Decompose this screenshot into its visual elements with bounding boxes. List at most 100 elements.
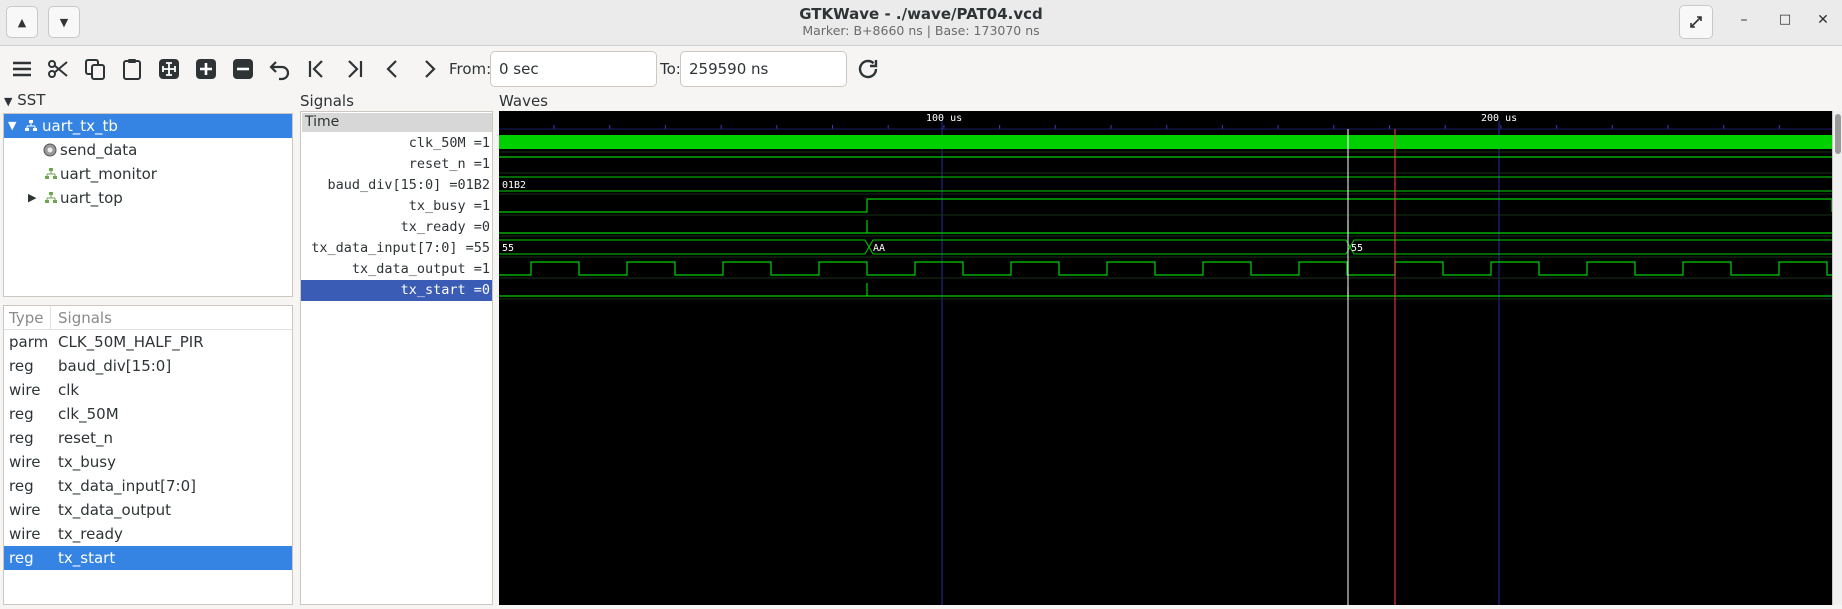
module-icon xyxy=(25,120,37,131)
paste-button[interactable] xyxy=(118,55,146,83)
tx-start-wave xyxy=(499,283,1832,297)
copy-icon xyxy=(85,59,105,80)
undo-icon xyxy=(269,61,290,81)
waves-vertical-scrollbar[interactable] xyxy=(1832,111,1842,605)
from-label: From: xyxy=(449,60,492,78)
zoom-out-button[interactable] xyxy=(229,55,257,83)
waves-pane-label: Waves xyxy=(499,92,548,110)
module-icon xyxy=(45,168,57,179)
hamburger-icon xyxy=(13,61,31,77)
signal-name: clk_50M xyxy=(58,405,119,423)
prev-edge-button[interactable] xyxy=(379,55,407,83)
cut-button[interactable] xyxy=(44,55,72,83)
go-end-button[interactable] xyxy=(340,55,368,83)
signal-type: reg xyxy=(9,429,34,447)
zoom-fit-icon xyxy=(159,59,179,79)
signal-list-row[interactable]: wire tx_ready xyxy=(4,522,292,546)
scrollbar-thumb[interactable] xyxy=(1835,114,1841,154)
to-time-input[interactable]: 259590 ns xyxy=(680,51,847,87)
signals-list-header: Type Signals xyxy=(4,306,292,330)
copy-button[interactable] xyxy=(81,55,109,83)
type-column-header[interactable]: Type xyxy=(9,306,43,330)
signal-name: reset_n xyxy=(58,429,113,447)
minimize-button[interactable]: – xyxy=(1734,12,1754,28)
zoom-fit-button[interactable] xyxy=(155,55,183,83)
chevron-right-icon xyxy=(425,60,436,78)
signal-list-row[interactable]: wire clk xyxy=(4,378,292,402)
signals-column-header[interactable]: Signals xyxy=(58,306,112,330)
tx-data-value: AA xyxy=(873,243,885,254)
window-title: GTKWave - ./wave/PAT04.vcd xyxy=(799,5,1043,23)
go-start-button[interactable] xyxy=(303,55,331,83)
column-divider xyxy=(50,306,51,330)
tree-item-uart-monitor[interactable]: uart_monitor xyxy=(4,162,292,186)
sst-tree: ▼ uart_tx_tb send_data uart_monitor ▶ ua… xyxy=(3,113,293,297)
signal-type: wire xyxy=(9,453,41,471)
sst-label: SST xyxy=(17,91,46,109)
signal-name: baud_div[15:0] xyxy=(58,357,172,375)
zoom-out-icon xyxy=(233,59,253,79)
signal-name-row[interactable]: tx_data_input[7:0] =55 xyxy=(301,238,492,259)
clipboard-icon xyxy=(123,59,141,80)
toolbar: From: 0 sec To: 259590 ns xyxy=(0,47,1842,92)
signals-pane: Time clk_50M =1 reset_n =1 baud_div[15:0] … xyxy=(300,111,493,605)
signal-name-row[interactable]: tx_busy =1 xyxy=(301,196,492,217)
baud-div-value: 01B2 xyxy=(502,180,526,191)
close-button[interactable]: ✕ xyxy=(1813,12,1833,28)
signal-type: wire xyxy=(9,501,41,519)
signal-list-row[interactable]: reg clk_50M xyxy=(4,402,292,426)
undo-zoom-button[interactable] xyxy=(266,55,294,83)
tx-data-value: 55 xyxy=(1351,243,1363,254)
signal-type: reg xyxy=(9,549,34,567)
signal-name: CLK_50M_HALF_PIR xyxy=(58,333,204,351)
signal-list-row[interactable]: reg tx_data_input[7:0] xyxy=(4,474,292,498)
clk-50m-wave xyxy=(499,135,1832,149)
signal-list-row[interactable]: reg tx_start xyxy=(4,546,292,570)
close-icon: ✕ xyxy=(1817,12,1829,28)
signal-type: parm xyxy=(9,333,49,351)
signal-list-row[interactable]: wire tx_data_output xyxy=(4,498,292,522)
signal-name-row[interactable]: clk_50M =1 xyxy=(301,133,492,154)
next-edge-button[interactable] xyxy=(415,55,443,83)
signal-list-row[interactable]: reg baud_div[15:0] xyxy=(4,354,292,378)
tree-item-send-data[interactable]: send_data xyxy=(4,138,292,162)
fullscreen-button[interactable] xyxy=(1679,5,1713,39)
triangle-right-icon[interactable]: ▶ xyxy=(28,186,36,210)
signal-type: wire xyxy=(9,525,41,543)
menu-button[interactable] xyxy=(8,55,36,83)
signal-list-row[interactable]: parm CLK_50M_HALF_PIR xyxy=(4,330,292,354)
fullscreen-icon xyxy=(1690,16,1702,28)
zoom-in-icon xyxy=(196,59,216,79)
signal-name-row[interactable]: reset_n =1 xyxy=(301,154,492,175)
signal-name-row[interactable]: tx_data_output =1 xyxy=(301,259,492,280)
skip-end-icon xyxy=(348,60,363,78)
maximize-icon: □ xyxy=(1778,12,1792,27)
signals-pane-label: Signals xyxy=(300,92,354,110)
reload-button[interactable] xyxy=(854,55,882,83)
waveform-canvas[interactable]: 100 us 200 us 01B2 55 AA 55 xyxy=(499,111,1833,605)
signal-name: tx_ready xyxy=(58,525,123,543)
tx-data-seg-1 xyxy=(499,239,870,255)
signal-list-row[interactable]: wire tx_busy xyxy=(4,450,292,474)
triangle-down-icon: ▼ xyxy=(8,119,17,132)
tree-item-uart-top[interactable]: ▶ uart_top xyxy=(4,186,292,210)
signal-type: reg xyxy=(9,357,34,375)
tree-item-uart-tx-tb[interactable]: ▼ uart_tx_tb xyxy=(4,114,292,138)
waves-pane[interactable]: 100 us 200 us 01B2 55 AA 55 xyxy=(499,111,1833,605)
module-icon xyxy=(45,192,57,203)
signal-name: tx_start xyxy=(58,549,116,567)
zoom-in-button[interactable] xyxy=(192,55,220,83)
skip-start-icon xyxy=(308,60,323,78)
scissors-icon xyxy=(48,60,68,78)
signal-name-row[interactable]: tx_start =0 xyxy=(301,280,492,301)
maximize-button[interactable]: □ xyxy=(1775,12,1795,27)
sst-expander[interactable]: ▼ SST xyxy=(4,91,45,109)
signal-type: reg xyxy=(9,477,34,495)
signal-name: clk xyxy=(58,381,80,399)
signal-list-row[interactable]: reg reset_n xyxy=(4,426,292,450)
reload-icon xyxy=(858,59,878,79)
to-label: To: xyxy=(660,60,681,78)
from-time-input[interactable]: 0 sec xyxy=(490,51,657,87)
signal-name-row[interactable]: tx_ready =0 xyxy=(301,217,492,238)
signal-name-row[interactable]: baud_div[15:0] =01B2 xyxy=(301,175,492,196)
